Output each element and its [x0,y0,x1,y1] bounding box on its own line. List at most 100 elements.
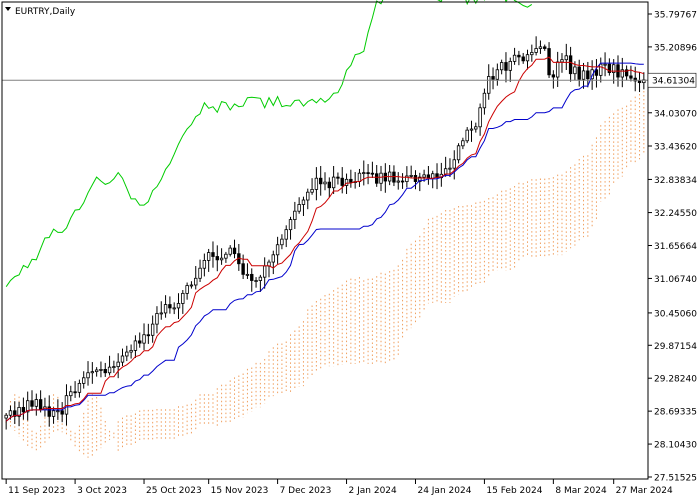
candle-body [60,410,64,415]
candle-body [99,369,103,371]
candle-body [69,391,73,397]
candle-body [474,126,478,130]
candle-body [538,46,543,49]
y-tick-label: 29.28240 [654,375,697,385]
y-tick-label: 31.65664 [654,242,697,252]
candle-body [340,177,344,186]
candle-body [478,107,482,128]
candle-body [120,355,125,363]
chart: 35.79767 35.20896 34.03070 33.43620 32.83834… [0,0,700,500]
candle-body [245,273,250,276]
candle-body [581,70,586,80]
y-tick-label: 27.51525 [654,474,697,484]
candle-body [310,189,314,193]
candle-body [129,349,133,353]
candle-body [392,171,396,183]
x-tick-label: 11 Sep 2023 [8,486,65,496]
candle-body [232,247,237,255]
candle-body [219,257,224,261]
candle-body [77,382,82,393]
candle-body [603,63,607,66]
candle-body [159,312,163,315]
candle-body [241,263,245,275]
candle-body [564,55,568,61]
candle-body [254,280,258,282]
candle-body [202,259,207,269]
symbol-header: EURTRY,Daily [5,7,76,17]
candle-body [275,244,280,256]
candle-body [357,172,362,182]
candle-body [362,172,366,175]
candle-body [379,172,383,184]
candle-body [452,159,456,169]
candle-body [336,176,340,179]
candle-body [469,128,474,131]
candle-body [21,407,26,413]
y-tick-label: 32.83834 [654,176,697,186]
candle-body [327,181,332,189]
candle-body [366,172,370,175]
candle-body [262,265,267,278]
candle-body [431,173,435,179]
y-tick-label: 32.24550 [654,209,697,219]
candle-body [138,340,142,344]
candle-body [465,129,469,142]
y-tick-label: 34.03070 [654,109,697,119]
candle-body [258,276,263,281]
candle-body [297,204,301,212]
candle-body [73,391,77,394]
candle-body [30,400,34,407]
candle-body [198,267,202,279]
candle-body [125,351,129,357]
candle-body [349,178,353,183]
candle-body [280,238,284,246]
candle-body [51,410,56,417]
candle-body [288,219,293,231]
x-tick-label: 15 Feb 2024 [486,486,542,496]
candle-body [409,175,413,177]
candle-body [482,92,487,109]
candle-body [331,176,336,189]
candle-body [487,76,491,94]
candle-body [495,69,500,80]
price-box: 34.61304 [647,72,697,88]
candle-body [521,56,525,62]
candle-body [64,395,69,415]
candle-body [284,229,288,240]
y-tick-label: 35.20896 [654,43,697,53]
x-tick-label: 25 Oct 2023 [146,486,202,496]
candle-body [4,414,8,419]
symbol-label: EURTRY,Daily [15,7,76,17]
candle-body [38,399,43,411]
x-tick-label: 15 Nov 2023 [211,486,269,496]
candle-body [318,177,323,185]
candle-body [530,52,534,56]
candle-body [543,46,547,49]
candle-body [172,307,176,310]
candle-body [396,180,400,183]
y-tick-label: 33.43620 [654,143,697,153]
x-tick-label: 8 Mar 2024 [555,486,607,496]
candle-body [146,334,151,337]
candle-body [461,140,465,147]
candle-body [168,304,172,309]
candle-body [189,284,194,287]
candle-body [271,254,275,263]
candle-body [629,75,633,79]
candle-body [194,277,198,286]
y-tick-label: 31.06740 [654,275,697,285]
candle-body [181,292,185,304]
candle-body [34,399,39,407]
candle-body [456,145,461,161]
x-tick-label: 27 Mar 2024 [616,486,673,496]
x-tick-label: 7 Dec 2023 [280,486,332,496]
candle-body [534,48,538,53]
candle-body [133,340,138,351]
candle-body [568,55,573,75]
y-tick-label: 28.10430 [654,441,697,451]
candle-body [155,313,159,325]
chart-svg: 35.79767 35.20896 34.03070 33.43620 32.83834… [0,0,700,500]
candle-body [422,174,426,178]
candle-body [525,54,530,62]
candle-body [224,253,228,259]
